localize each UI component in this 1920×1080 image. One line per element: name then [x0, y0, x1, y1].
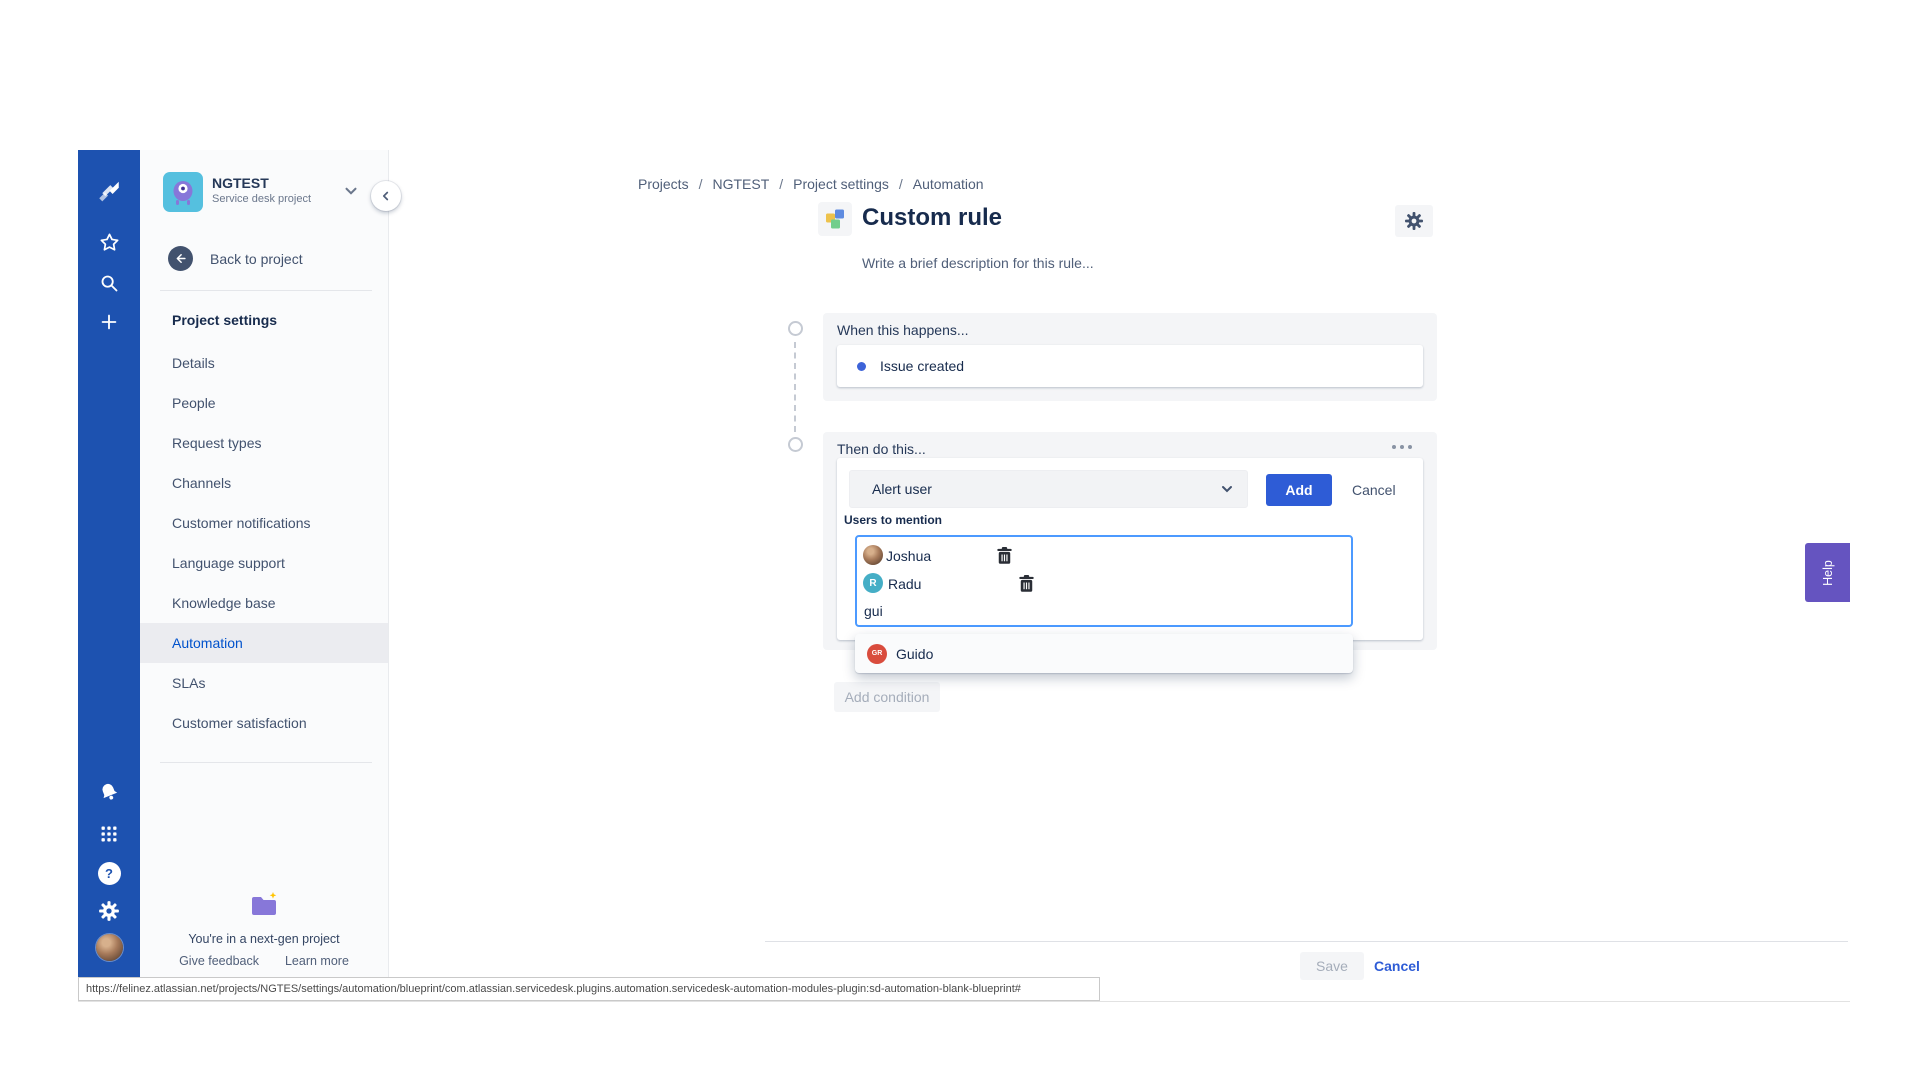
back-to-project-link[interactable]: Back to project: [210, 251, 303, 267]
next-gen-message: You're in a next-gen project: [140, 932, 388, 946]
help-icon-glyph: ?: [98, 862, 121, 885]
viewport-bottom-border: [78, 1001, 1850, 1002]
nav-item-customer-notifications[interactable]: Customer notifications: [140, 503, 388, 543]
user-search-input[interactable]: [864, 603, 1064, 619]
rule-settings-button[interactable]: [1395, 205, 1433, 237]
user-avatar-photo: [96, 934, 123, 961]
rule-description-field[interactable]: Write a brief description for this rule.…: [862, 255, 1094, 271]
collapse-sidebar-button[interactable]: [371, 181, 401, 211]
ellipsis-icon: [1391, 444, 1413, 450]
timeline-node: [788, 437, 803, 452]
user-suggestion-guido[interactable]: GR Guido: [855, 634, 1353, 673]
help-tab-label: Help: [1821, 560, 1835, 586]
action-cancel-link[interactable]: Cancel: [1352, 482, 1396, 498]
action-type-select[interactable]: Alert user: [849, 470, 1248, 508]
trigger-panel-header: When this happens...: [837, 322, 969, 338]
breadcrumb-project-settings[interactable]: Project settings: [793, 176, 889, 192]
status-bar-url: https://felinez.atlassian.net/projects/N…: [78, 977, 1100, 1001]
breadcrumb-automation[interactable]: Automation: [913, 176, 984, 192]
nav-item-people[interactable]: People: [140, 383, 388, 423]
action-panel-header: Then do this...: [837, 441, 926, 457]
breadcrumb-projects[interactable]: Projects: [638, 176, 689, 192]
chevron-left-icon: [379, 189, 393, 203]
users-to-mention-label: Users to mention: [844, 513, 942, 527]
star-icon[interactable]: [95, 228, 123, 256]
sidebar-nav-list: Details People Request types Channels Cu…: [140, 343, 388, 743]
divider: [160, 762, 372, 763]
timeline-node: [788, 321, 803, 336]
app-switcher-icon[interactable]: [95, 820, 123, 848]
folder-icon: [140, 892, 388, 923]
jira-logo-icon[interactable]: [95, 178, 123, 206]
breadcrumb: Projects / NGTEST / Project settings / A…: [638, 176, 984, 192]
nav-item-channels[interactable]: Channels: [140, 463, 388, 503]
give-feedback-link[interactable]: Give feedback: [179, 954, 259, 968]
trash-icon: [1019, 575, 1034, 592]
rule-cubes-icon: [818, 202, 852, 236]
project-settings-sidebar: NGTEST Service desk project Back to proj…: [140, 150, 389, 1001]
app-canvas: ?: [0, 0, 1920, 1080]
trash-icon: [997, 547, 1012, 564]
add-condition-button[interactable]: Add condition: [834, 682, 940, 712]
divider: [160, 290, 372, 291]
remove-user-joshua-button[interactable]: [997, 547, 1012, 564]
project-name: NGTEST: [212, 175, 269, 191]
breadcrumb-project[interactable]: NGTEST: [712, 176, 769, 192]
notifications-icon[interactable]: [95, 778, 123, 806]
action-card: Alert user Add Cancel Users to mention J…: [837, 458, 1423, 640]
nav-item-slas[interactable]: SLAs: [140, 663, 388, 703]
trigger-dot-icon: [857, 362, 866, 371]
footer-divider: [765, 941, 1848, 942]
help-tab[interactable]: Help: [1805, 543, 1850, 602]
save-button[interactable]: Save: [1300, 952, 1364, 980]
chip-name: Radu: [888, 576, 921, 592]
sidebar-section-title: Project settings: [172, 312, 277, 328]
breadcrumb-separator: /: [899, 176, 903, 192]
nav-item-language-support[interactable]: Language support: [140, 543, 388, 583]
trigger-panel: When this happens... Issue created: [823, 313, 1437, 401]
avatar-joshua: [863, 545, 883, 565]
chip-name: Joshua: [886, 548, 931, 564]
breadcrumb-separator: /: [699, 176, 703, 192]
add-button[interactable]: Add: [1266, 474, 1332, 506]
nav-item-request-types[interactable]: Request types: [140, 423, 388, 463]
nav-item-knowledge-base[interactable]: Knowledge base: [140, 583, 388, 623]
learn-more-link[interactable]: Learn more: [285, 954, 349, 968]
settings-icon[interactable]: [95, 897, 123, 925]
chevron-down-icon[interactable]: [342, 182, 360, 200]
action-type-value: Alert user: [872, 481, 932, 497]
app-navigation-bar: ?: [78, 150, 140, 1001]
search-icon[interactable]: [95, 269, 123, 297]
avatar-guido: GR: [867, 644, 887, 664]
nav-item-automation[interactable]: Automation: [140, 623, 388, 663]
breadcrumb-separator: /: [779, 176, 783, 192]
help-icon[interactable]: ?: [95, 859, 123, 887]
cancel-link[interactable]: Cancel: [1374, 958, 1420, 974]
remove-user-radu-button[interactable]: [1019, 575, 1034, 592]
nav-item-customer-satisfaction[interactable]: Customer satisfaction: [140, 703, 388, 743]
create-icon[interactable]: [95, 308, 123, 336]
project-type: Service desk project: [212, 193, 311, 205]
suggestion-name: Guido: [896, 646, 933, 662]
nav-item-details[interactable]: Details: [140, 343, 388, 383]
back-icon[interactable]: [168, 246, 193, 271]
users-multiselect-input[interactable]: Joshua R Radu: [855, 535, 1353, 627]
more-options-button[interactable]: [1389, 440, 1415, 454]
page-title: Custom rule: [862, 204, 1002, 232]
project-avatar[interactable]: [163, 172, 203, 212]
trigger-label: Issue created: [880, 358, 964, 374]
timeline-connector: [794, 342, 796, 432]
user-avatar[interactable]: [95, 933, 123, 961]
action-panel: Then do this... Alert user Add Cancel Us…: [823, 432, 1437, 650]
gear-icon: [1404, 211, 1424, 231]
chevron-down-icon: [1219, 481, 1235, 497]
avatar-radu: R: [863, 573, 883, 593]
trigger-card[interactable]: Issue created: [837, 345, 1423, 387]
next-gen-footer: You're in a next-gen project Give feedba…: [140, 892, 388, 968]
